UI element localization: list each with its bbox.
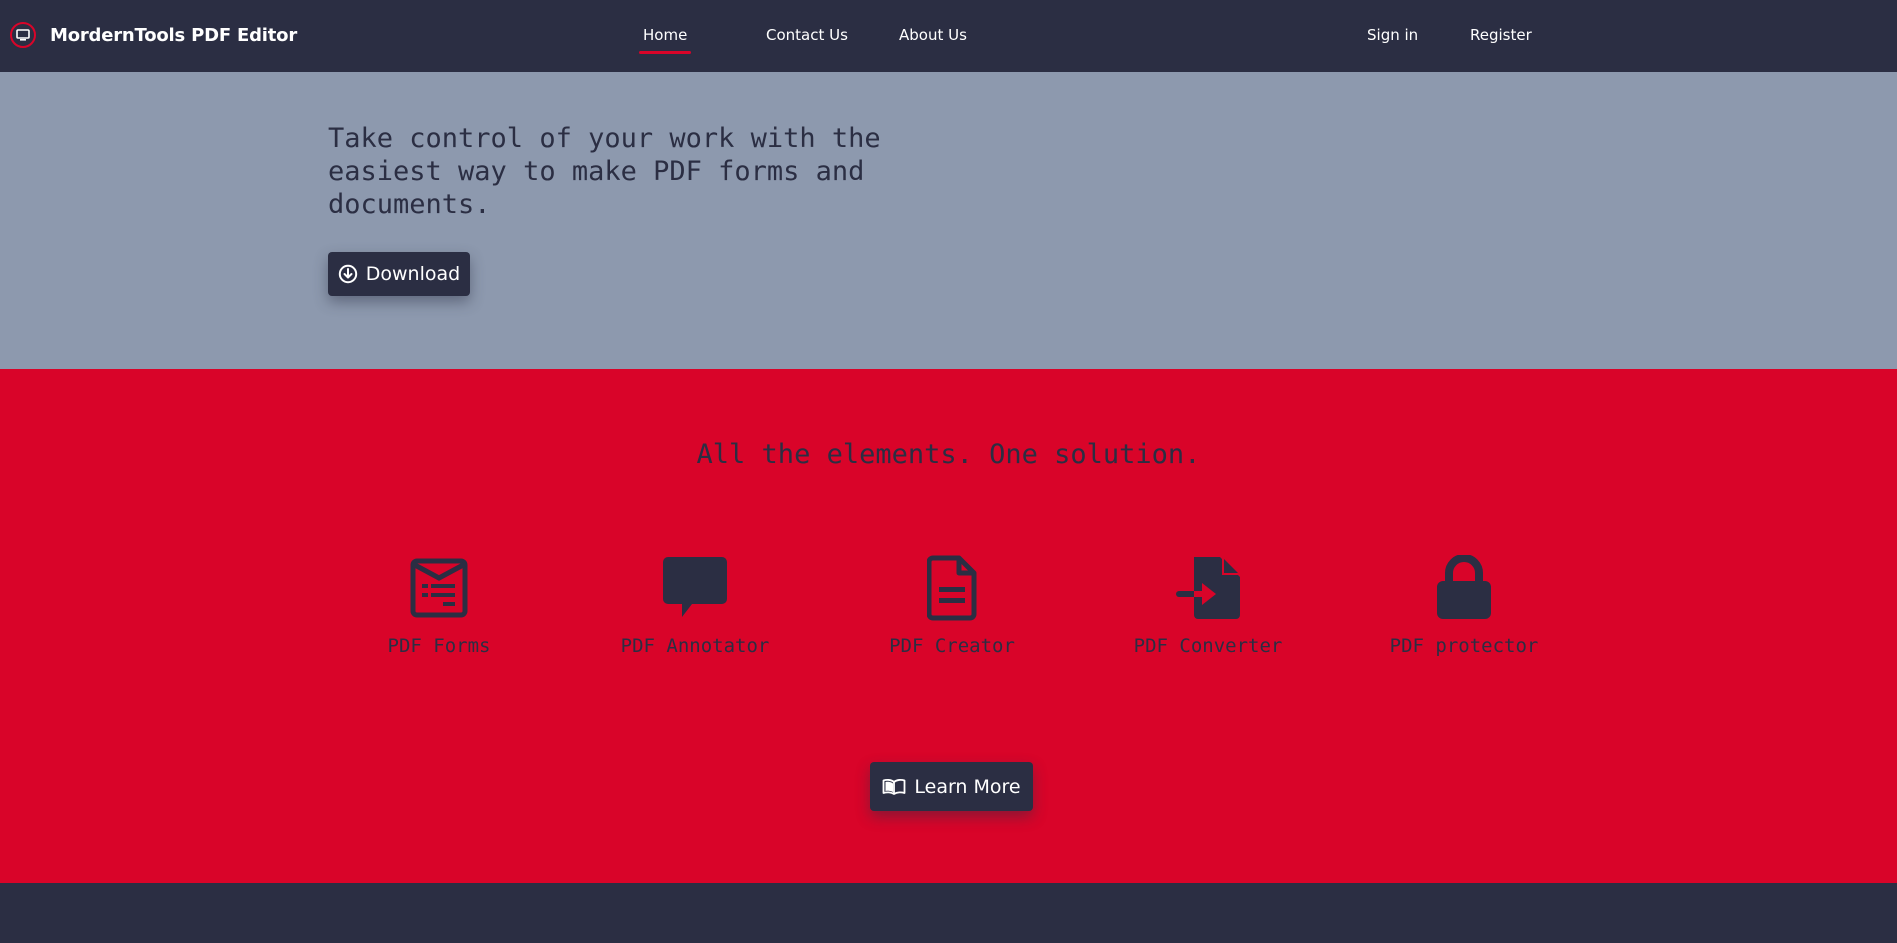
- hero-title: Take control of your work with the easie…: [328, 123, 881, 220]
- sign-in-link[interactable]: Sign in: [1367, 26, 1418, 44]
- comment-icon: [660, 553, 730, 623]
- brand-name: MordernTools PDF Editor: [50, 24, 298, 46]
- download-button-label: Download: [365, 263, 461, 285]
- document-icon: [917, 553, 987, 623]
- footer: [0, 883, 1897, 943]
- feature-pdf-creator: PDF Creator: [852, 553, 1052, 657]
- features-heading: All the elements. One solution.: [696, 439, 1201, 470]
- register-link[interactable]: Register: [1470, 26, 1532, 44]
- brand-link[interactable]: MordernTools PDF Editor: [10, 22, 297, 48]
- monitor-icon: [10, 22, 36, 48]
- feature-pdf-forms: PDF Forms: [339, 553, 539, 657]
- feature-pdf-protector: PDF protector: [1364, 553, 1564, 657]
- file-import-icon: [1173, 553, 1243, 623]
- hero-section: Take control of your work with the easie…: [0, 72, 1897, 369]
- feature-label: PDF Creator: [889, 635, 1015, 657]
- form-icon: [404, 553, 474, 623]
- feature-pdf-converter: PDF Converter: [1108, 553, 1308, 657]
- nav-home-link[interactable]: Home: [638, 26, 692, 54]
- nav-about-link[interactable]: About Us: [899, 26, 967, 44]
- download-button[interactable]: Download: [328, 252, 470, 296]
- features-section: All the elements. One solution. PDF Form…: [0, 369, 1897, 883]
- learn-more-button[interactable]: Learn More: [870, 762, 1033, 811]
- feature-label: PDF Forms: [387, 635, 491, 657]
- feature-label: PDF Converter: [1133, 635, 1283, 657]
- feature-label: PDF protector: [1389, 635, 1539, 657]
- book-icon: [882, 778, 906, 796]
- feature-pdf-annotator: PDF Annotator: [595, 553, 795, 657]
- navbar: MordernTools PDF Editor Home Contact Us …: [0, 0, 1897, 72]
- nav-contact-link[interactable]: Contact Us: [766, 26, 848, 44]
- arrow-down-circle-icon: [338, 264, 358, 284]
- lock-icon: [1429, 553, 1499, 623]
- learn-more-button-label: Learn More: [914, 775, 1021, 798]
- feature-label: PDF Annotator: [620, 635, 770, 657]
